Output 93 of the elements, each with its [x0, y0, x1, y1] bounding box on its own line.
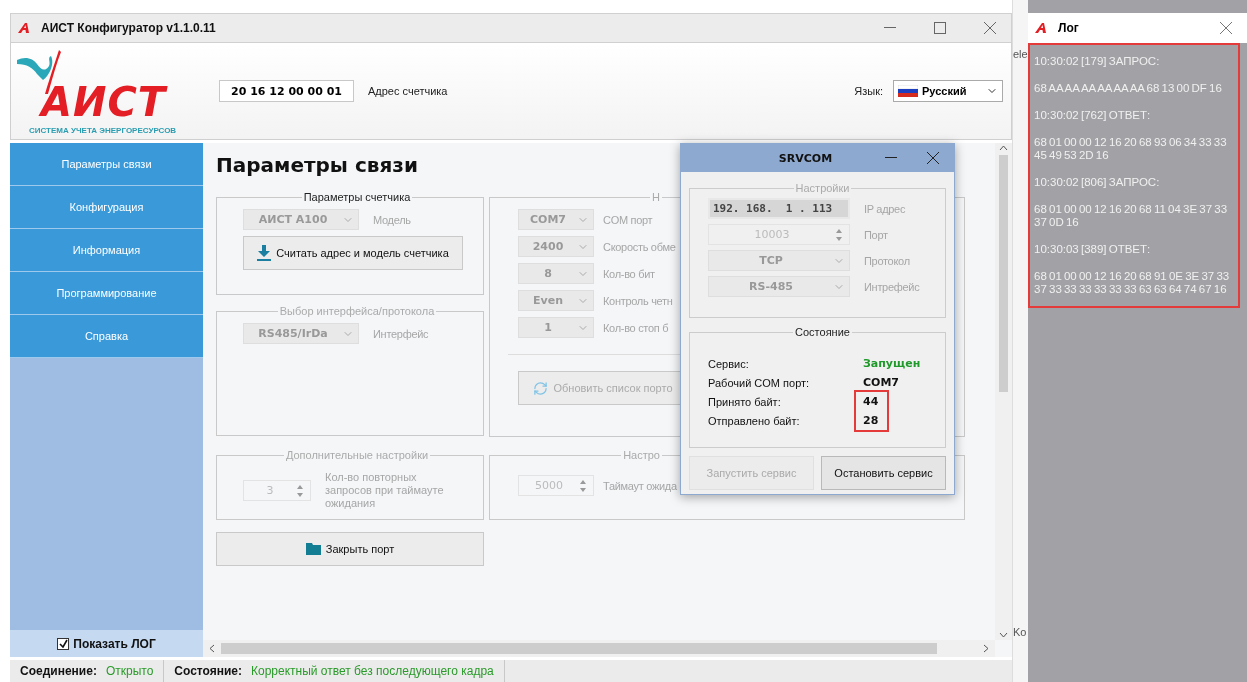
port-dropdown[interactable]: Even — [518, 290, 594, 311]
address-label: Адрес счетчика — [368, 85, 449, 97]
ip-address-field[interactable]: 192. 168. 1 . 113 — [708, 198, 850, 219]
show-log-checkbox[interactable]: Показать ЛОГ — [10, 630, 203, 657]
log-line: 10:30:02 [179] ЗАПРОС: — [1034, 55, 1161, 68]
sidebar-item[interactable]: Параметры связи — [10, 143, 203, 186]
field-label: Скорость обме — [603, 240, 676, 253]
background-text: ele — [1013, 48, 1028, 60]
logo-subtitle: СИСТЕМА УЧЕТА ЭНЕРГОРЕСУРСОВ — [29, 125, 178, 135]
field-label: Контроль четн — [603, 294, 673, 307]
scroll-left-icon — [209, 644, 215, 653]
status-bar-label: Состояние: — [174, 664, 242, 678]
close-icon — [927, 152, 939, 164]
show-log-label: Показать ЛОГ — [73, 636, 156, 651]
timeout-spinbox[interactable]: 5000 — [518, 475, 594, 496]
log-line: 10:30:02 [806] ЗАПРОС: — [1034, 176, 1161, 189]
model-dropdown[interactable]: АИСТ А100 — [243, 209, 359, 230]
setting-label: Порт — [864, 228, 888, 241]
port-dropdown[interactable]: 2400 — [518, 236, 594, 257]
page-title: Параметры связи — [216, 153, 418, 177]
maximize-icon — [934, 22, 946, 34]
group-title: Выбор интерфейса/протокола — [278, 305, 436, 317]
horizontal-scrollbar[interactable] — [203, 640, 995, 657]
window-title: АИСТ Конфигуратор v1.1.0.11 — [41, 21, 217, 35]
minimize-icon — [884, 27, 896, 29]
log-line: 10:30:03 [389] ОТВЕТ: — [1034, 243, 1152, 256]
status-label: Принято байт: — [708, 395, 782, 408]
close-icon — [984, 22, 996, 34]
status-value: 28 — [863, 414, 880, 427]
spinner-arrows-icon — [835, 227, 843, 242]
status-label: Отправлено байт: — [708, 414, 801, 427]
checkbox[interactable] — [57, 637, 70, 650]
log-line: 68 01 00 00 12 16 20 68 11 04 3E 37 33 37 0D 16 — [1034, 203, 1229, 229]
spinner-arrows-icon — [296, 483, 304, 498]
refresh-icon — [533, 380, 549, 396]
sidebar-item[interactable]: Информация — [10, 229, 203, 272]
group-title: Состояние — [794, 326, 851, 338]
minimize-icon — [885, 157, 897, 159]
spinner-arrows-icon — [579, 478, 587, 493]
setting-label: IP адрес — [864, 202, 906, 215]
status-label: Рабочий COM порт: — [708, 376, 811, 389]
service-button[interactable]: Остановить сервис — [821, 456, 946, 490]
dialog-title: SRVCOM — [777, 151, 834, 165]
sidebar-item[interactable]: Справка — [10, 315, 203, 358]
log-line: 68 AA AA AA AA AA AA 68 13 00 DF 16 — [1034, 82, 1223, 95]
timeout-label: Таймаут ожида — [603, 479, 677, 492]
log-title: Лог — [1058, 21, 1080, 35]
retries-label: Кол-во повторных запросов при таймауте ожидания — [325, 471, 445, 510]
status-label: Сервис: — [708, 357, 750, 370]
log-line: 68 01 00 00 12 16 20 68 93 06 34 33 33 45 49 53 2D 16 — [1034, 136, 1228, 162]
background-text: Ko — [1013, 626, 1028, 638]
setting-dropdown[interactable]: RS-485 — [708, 276, 850, 297]
setting-dropdown[interactable]: TCP — [708, 250, 850, 271]
address-field[interactable]: 20 16 12 00 00 01 — [219, 80, 354, 102]
flag-icon — [898, 85, 918, 97]
status-value: COM7 — [863, 376, 901, 389]
scroll-down-icon — [999, 632, 1008, 638]
status-bar-value: Открыто — [105, 664, 154, 678]
field-label: COM порт — [603, 213, 653, 226]
language-label: Язык: — [854, 85, 883, 97]
port-dropdown[interactable]: 1 — [518, 317, 594, 338]
sidebar-item[interactable]: Конфигурация — [10, 186, 203, 229]
read-meter-button[interactable]: Считать адрес и модель счетчика — [243, 236, 463, 270]
scroll-right-icon — [983, 644, 989, 653]
field-label: Кол-во бит — [603, 267, 655, 280]
port-dropdown[interactable]: 8 — [518, 263, 594, 284]
status-bar-value: Корректный ответ без последующего кадра — [251, 664, 494, 678]
language-dropdown[interactable]: Русский — [893, 80, 1003, 102]
group-title: Настройки — [794, 182, 851, 194]
status-value: Запущен — [863, 357, 922, 370]
port-dropdown[interactable]: COM7 — [518, 209, 594, 230]
download-icon — [257, 245, 272, 261]
sidebar-item[interactable]: Программирование — [10, 272, 203, 315]
status-bar-label: Соединение: — [20, 664, 97, 678]
folder-icon — [305, 543, 321, 555]
log-line: 68 01 00 00 12 16 20 68 91 0E 3E 37 33 37 33 33 33 33 33 33 63 63 64 74 67 16 — [1034, 270, 1231, 296]
close-icon — [1220, 22, 1232, 34]
model-label: Модель — [373, 213, 411, 226]
interface-label: Интерфейс — [373, 327, 429, 340]
close-port-button[interactable]: Закрыть порт — [216, 532, 484, 566]
interface-dropdown[interactable]: RS485/IrDa — [243, 323, 359, 344]
group-title: Дополнительные настройки — [284, 449, 430, 461]
setting-label: Протокол — [864, 254, 910, 267]
retries-spinbox[interactable]: 3 — [243, 480, 311, 501]
setting-label: Интрефейс — [864, 280, 920, 293]
log-line: 10:30:02 [762] ОТВЕТ: — [1034, 109, 1152, 122]
group-title: Параметры счетчика — [302, 191, 412, 203]
field-label: Кол-во стоп б — [603, 321, 669, 334]
vertical-scrollbar[interactable] — [995, 143, 1012, 640]
status-value: 44 — [863, 395, 880, 408]
group-title: Н — [651, 191, 661, 203]
group-title: Настро — [622, 449, 661, 461]
scroll-up-icon — [999, 145, 1008, 151]
